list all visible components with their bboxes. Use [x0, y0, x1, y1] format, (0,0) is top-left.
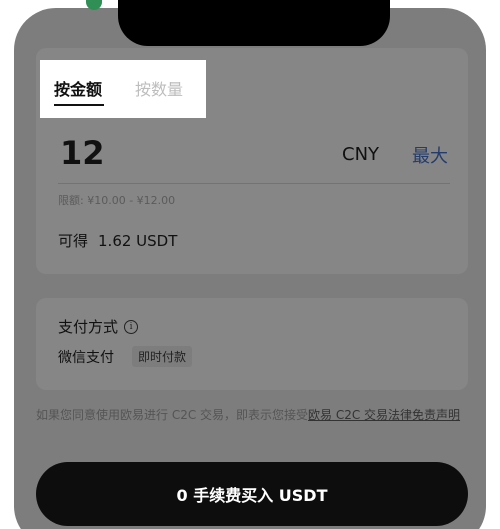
phone-frame: 按金额 按数量 12 CNY 最大 限额: ¥10.00 - ¥12.00 可得… — [0, 0, 500, 529]
disclaimer-link[interactable]: 欧易 C2C 交易法律免责声明 — [308, 408, 460, 422]
tab-by-amount[interactable]: 按金额 — [54, 76, 102, 100]
payment-card[interactable] — [36, 298, 468, 390]
receive-value: 1.62 USDT — [98, 232, 178, 250]
receive-label: 可得 — [58, 232, 89, 250]
amount-input[interactable]: 12 — [60, 134, 105, 172]
buy-usdt-button[interactable]: 0 手续费买入 USDT — [36, 462, 468, 526]
tab-by-quantity[interactable]: 按数量 — [135, 76, 183, 100]
payment-tag: 即时付款 — [132, 346, 193, 367]
payment-title: 支付方式 i — [58, 316, 139, 337]
currency-label: CNY — [342, 144, 380, 165]
active-tab-underline — [54, 104, 104, 106]
phone-notch — [118, 0, 390, 46]
limit-text: 限额: ¥10.00 - ¥12.00 — [58, 194, 176, 207]
receive-row: 可得 1.62 USDT — [58, 230, 177, 251]
order-mode-tabs: 按金额 按数量 — [40, 60, 206, 118]
agreement-text: 如果您同意使用欧易进行 C2C 交易，即表示您接受欧易 C2C 交易法律免责声明 — [36, 406, 472, 424]
max-button[interactable]: 最大 — [412, 142, 448, 168]
info-icon[interactable]: i — [124, 319, 139, 334]
payment-title-label: 支付方式 — [58, 318, 119, 336]
amount-divider — [58, 183, 450, 184]
agreement-body: 如果您同意使用欧易进行 C2C 交易，即表示您接受 — [36, 408, 309, 422]
payment-method: 微信支付 — [58, 350, 114, 366]
